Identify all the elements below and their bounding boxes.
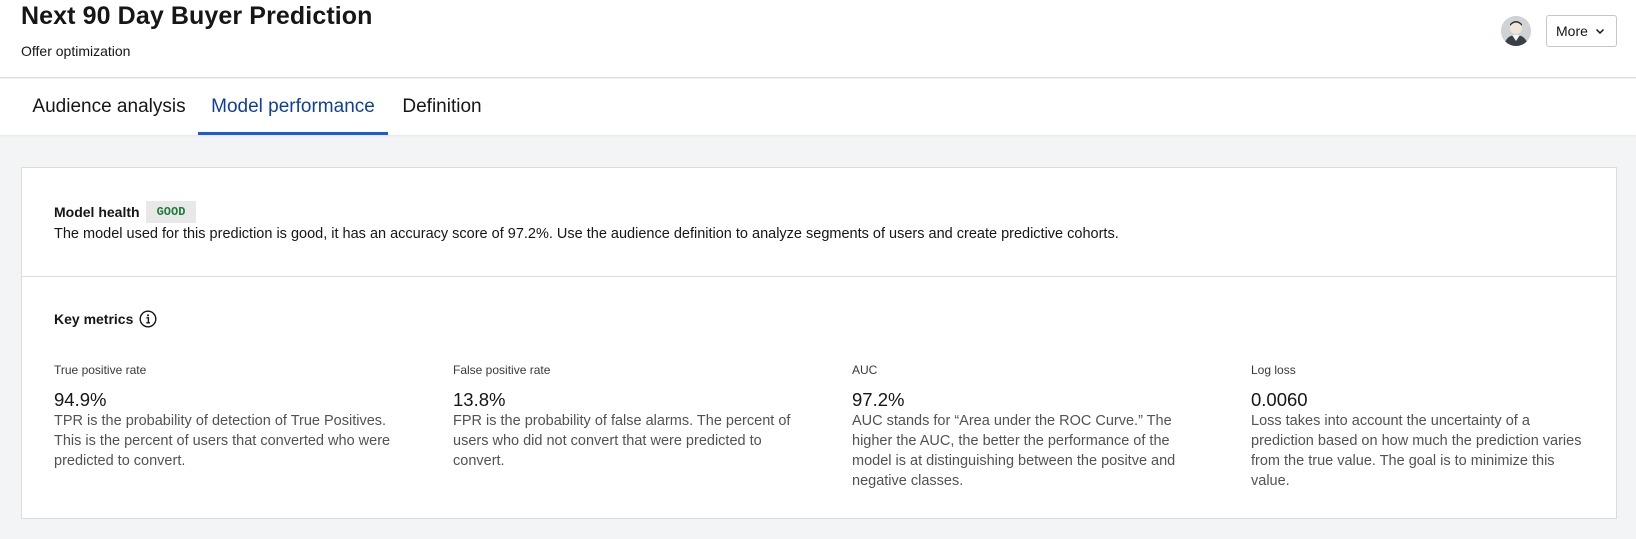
metric-value: 94.9% <box>54 389 107 410</box>
chevron-down-icon <box>1595 28 1604 35</box>
metric-false-positive-rate: False positive rate 13.8% FPR is the pro… <box>453 363 793 471</box>
tab-definition[interactable]: Definition <box>388 79 496 135</box>
model-performance-card: Model health GOOD The model used for thi… <box>21 167 1617 519</box>
avatar[interactable] <box>1501 16 1531 46</box>
metric-value: 97.2% <box>852 389 905 410</box>
model-health-label: Model health <box>54 204 140 220</box>
page-title: Next 90 Day Buyer Prediction <box>21 2 373 30</box>
metric-title: Log loss <box>1251 363 1296 377</box>
metric-title: False positive rate <box>453 363 551 377</box>
model-health-section: Model health GOOD The model used for thi… <box>22 168 1616 277</box>
metric-true-positive-rate: True positive rate 94.9% TPR is the prob… <box>54 363 394 471</box>
status-badge: GOOD <box>146 201 196 223</box>
metric-description: FPR is the probability of false alarms. … <box>453 413 791 469</box>
metric-auc: AUC 97.2% AUC stands for “Area under the… <box>852 363 1192 491</box>
page-header: Next 90 Day Buyer Prediction Offer optim… <box>0 0 1636 78</box>
metric-title: AUC <box>852 363 878 377</box>
tab-audience-analysis[interactable]: Audience analysis <box>21 79 197 135</box>
info-icon[interactable] <box>138 309 158 329</box>
metric-description: AUC stands for “Area under the ROC Curve… <box>852 413 1176 489</box>
key-metrics-label: Key metrics <box>54 311 134 327</box>
metric-value: 13.8% <box>453 389 506 410</box>
model-health-description: The model used for this prediction is go… <box>54 226 1119 242</box>
metric-value: 0.0060 <box>1251 389 1308 410</box>
metric-log-loss: Log loss 0.0060 Loss takes into account … <box>1251 363 1591 491</box>
metric-title: True positive rate <box>54 363 147 377</box>
user-avatar-icon <box>1501 16 1531 46</box>
tab-model-performance[interactable]: Model performance <box>198 79 388 135</box>
tab-bar: Audience analysis Model performance Defi… <box>0 79 1636 135</box>
more-button-label: More <box>1556 23 1588 39</box>
metric-description: Loss takes into account the uncertainty … <box>1251 413 1582 489</box>
more-button[interactable]: More <box>1546 15 1617 47</box>
metric-description: TPR is the probability of detection of T… <box>54 413 391 469</box>
page-subtitle: Offer optimization <box>21 43 131 59</box>
